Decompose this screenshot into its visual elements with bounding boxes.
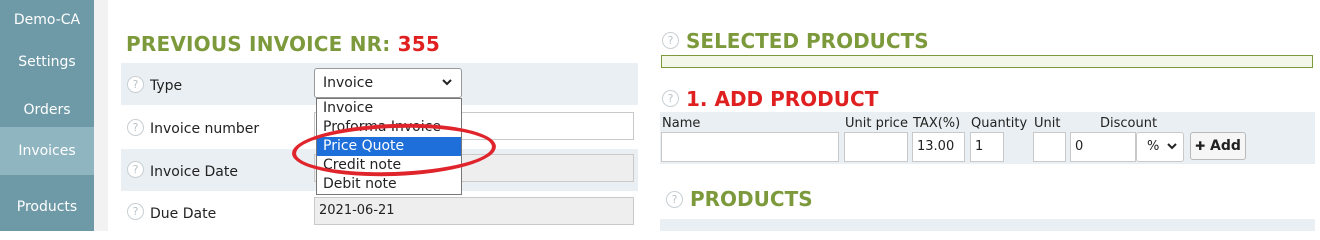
unit-column-label: Unit (1034, 116, 1061, 131)
dropdown-option-invoice[interactable]: Invoice (317, 99, 461, 118)
type-label: Type (150, 78, 183, 94)
unit-price-input[interactable] (844, 132, 908, 162)
discount-input[interactable]: 0 (1070, 132, 1136, 162)
chevron-down-icon (1166, 133, 1178, 172)
type-select[interactable]: Invoice (314, 68, 462, 98)
previous-invoice-label: PREVIOUS INVOICE NR: (126, 32, 391, 56)
discount-type-value: % (1147, 139, 1160, 154)
help-icon[interactable]: ? (127, 76, 144, 93)
selected-products-title: SELECTED PRODUCTS (686, 29, 929, 53)
sidebar-divider (94, 0, 108, 231)
help-icon[interactable]: ? (662, 32, 679, 49)
due-date-label: Due Date (150, 206, 217, 222)
name-column-label: Name (662, 116, 701, 131)
dropdown-option-debit-note[interactable]: Debit note (317, 175, 461, 194)
sidebar-item-label: Demo-CA (13, 12, 81, 28)
sidebar-item-label: Products (16, 199, 78, 215)
products-title: PRODUCTS (690, 187, 813, 211)
dropdown-option-credit-note[interactable]: Credit note (317, 156, 461, 175)
due-date-input[interactable]: 2021-06-21 (314, 197, 634, 225)
sidebar: Demo-CA Settings Orders Invoices Product… (0, 0, 94, 231)
help-icon[interactable]: ? (127, 119, 144, 136)
invoice-number-label: Invoice number (150, 121, 260, 137)
sidebar-item-label: Settings (18, 54, 76, 70)
sidebar-item-invoices[interactable]: Invoices (0, 127, 94, 175)
discount-column-label: Discount (1100, 116, 1158, 131)
type-select-value: Invoice (323, 75, 374, 91)
sidebar-item-products[interactable]: Products (0, 183, 94, 231)
add-product-button[interactable]: ✚ Add (1190, 132, 1246, 160)
tax-column-label: TAX(%) (913, 116, 961, 131)
help-icon[interactable]: ? (127, 161, 144, 178)
add-button-label: Add (1210, 138, 1241, 154)
tax-input[interactable]: 13.00 (912, 132, 965, 162)
product-name-input[interactable] (661, 132, 839, 162)
add-product-title: 1. ADD PRODUCT (686, 87, 879, 111)
quantity-column-label: Quantity (971, 116, 1028, 131)
help-icon[interactable]: ? (127, 203, 144, 220)
discount-type-select[interactable]: % (1136, 132, 1184, 162)
selected-products-bar (661, 55, 1313, 68)
sidebar-item-label: Orders (23, 102, 71, 118)
dropdown-option-proforma-invoice[interactable]: Proforma Invoice (317, 118, 461, 137)
help-icon[interactable]: ? (666, 191, 683, 208)
plus-icon: ✚ (1195, 139, 1206, 153)
type-dropdown-list: Invoice Proforma Invoice Price Quote Cre… (316, 98, 462, 195)
previous-invoice-title: PREVIOUS INVOICE NR: 355 (126, 32, 440, 56)
products-table-header (660, 219, 1315, 231)
dropdown-option-price-quote[interactable]: Price Quote (317, 137, 461, 156)
help-icon[interactable]: ? (662, 90, 679, 107)
unit-input[interactable] (1033, 132, 1066, 162)
invoice-date-label: Invoice Date (150, 164, 238, 180)
sidebar-item-settings[interactable]: Settings (0, 38, 94, 86)
sidebar-item-label: Invoices (18, 143, 76, 159)
quantity-input[interactable]: 1 (970, 132, 1004, 162)
previous-invoice-number: 355 (397, 32, 440, 56)
unit-price-column-label: Unit price (845, 116, 908, 131)
